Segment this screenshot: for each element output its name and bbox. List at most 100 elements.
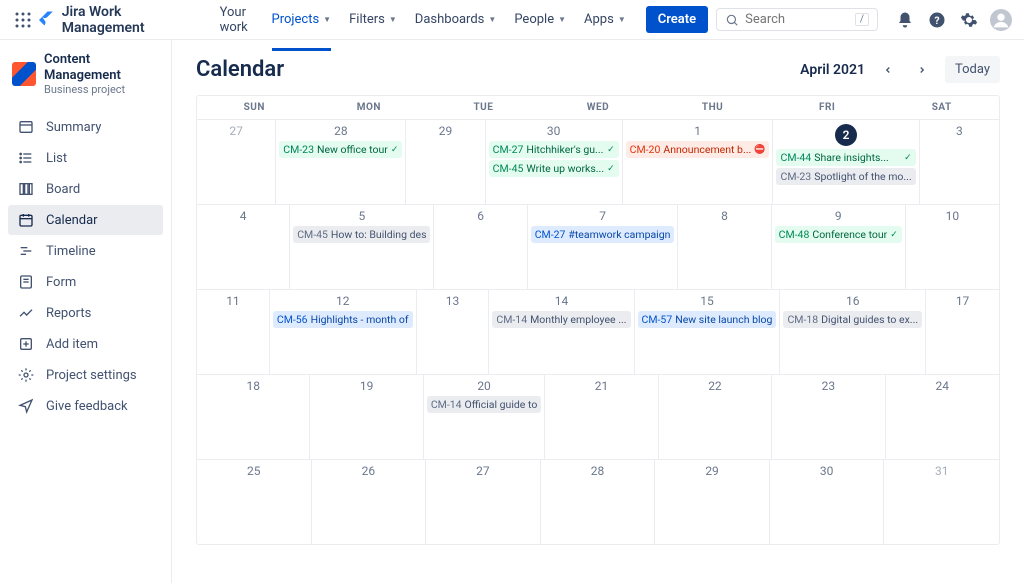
sidebar-item-list[interactable]: List [8, 143, 163, 173]
sidebar-item-label: Form [46, 275, 76, 290]
calendar-event[interactable]: CM-27#teamwork campaign [531, 226, 675, 243]
calendar-day-cell[interactable]: 13 [417, 290, 490, 374]
calendar-day-cell[interactable]: 19 [310, 375, 423, 459]
calendar-day-cell[interactable]: 11 [197, 290, 270, 374]
calendar-day-cell[interactable]: 28CM-23New office tour✓ [276, 120, 406, 204]
calendar-day-cell[interactable]: 9CM-48Conference tour✓ [772, 205, 906, 289]
help-icon[interactable]: ? [926, 9, 948, 31]
calendar-day-cell[interactable]: 31 [884, 460, 999, 544]
event-title: Write up works... [526, 162, 604, 175]
calendar-event[interactable]: CM-45Write up works...✓ [489, 160, 619, 177]
calendar-day-cell[interactable]: 4 [197, 205, 290, 289]
project-header[interactable]: Content Management Business project [8, 52, 163, 96]
nav-your-work[interactable]: Your work [212, 0, 262, 41]
calendar-day-cell[interactable]: 2CM-44Share insights...✓CM-23Spotlight o… [773, 120, 919, 204]
sidebar-item-label: Give feedback [46, 399, 128, 414]
search-input[interactable] [745, 12, 849, 27]
calendar-day-cell[interactable]: 27 [426, 460, 541, 544]
calendar-event[interactable]: CM-56Highlights - month of [273, 311, 413, 328]
calendar-event[interactable]: CM-27Hitchhiker's gu...✓ [489, 141, 619, 158]
chevron-down-icon: ▼ [618, 15, 626, 24]
calendar-day-cell[interactable]: 8 [678, 205, 771, 289]
day-number: 29 [658, 464, 766, 478]
calendar-day-cell[interactable]: 14CM-14Monthly employee ... [489, 290, 634, 374]
calendar-day-cell[interactable]: 23 [772, 375, 885, 459]
calendar-day-cell[interactable]: 10 [906, 205, 999, 289]
form-icon [18, 274, 34, 290]
sidebar: Content Management Business project Summ… [0, 40, 172, 583]
sidebar-item-project-settings[interactable]: Project settings [8, 360, 163, 390]
notifications-icon[interactable] [894, 9, 916, 31]
calendar-day-cell[interactable]: 5 CM-45How to: Building des [290, 205, 434, 289]
calendar-day-cell[interactable]: 29 [406, 120, 485, 204]
day-number: 1 [626, 124, 770, 138]
calendar-day-cell[interactable]: 27 [197, 120, 276, 204]
calendar-event[interactable]: CM-44Share insights...✓ [776, 149, 915, 166]
sidebar-item-label: Add item [46, 337, 98, 352]
calendar-controls: April 2021 Today [800, 56, 1000, 83]
calendar-day-cell[interactable]: 16CM-18Digital guides to ex... [780, 290, 926, 374]
sidebar-item-calendar[interactable]: Calendar [8, 205, 163, 235]
event-key: CM-14 [431, 398, 462, 411]
calendar-event[interactable]: CM-14Official guide to [427, 396, 541, 413]
nav-filters[interactable]: Filters▼ [341, 0, 405, 41]
day-number: 28 [544, 464, 652, 478]
search-box[interactable]: / [716, 8, 878, 31]
calendar-event[interactable]: CM-20Announcement b...⛔ [626, 141, 770, 158]
event-title: Spotlight of the mo... [814, 170, 912, 183]
calendar-event[interactable]: CM-45How to: Building des [293, 226, 430, 243]
nav-dashboards[interactable]: Dashboards▼ [407, 0, 505, 41]
calendar-day-cell[interactable]: 20CM-14Official guide to [424, 375, 545, 459]
calendar-day-cell[interactable]: 21 [545, 375, 658, 459]
calendar-event[interactable]: CM-18Digital guides to ex... [783, 311, 922, 328]
calendar-day-cell[interactable]: 24 [886, 375, 999, 459]
day-number: 5 [293, 209, 430, 223]
sidebar-item-add-item[interactable]: Add item [8, 329, 163, 359]
calendar-day-cell[interactable]: 22 [659, 375, 772, 459]
nav-projects[interactable]: Projects▼ [264, 0, 340, 41]
nav-apps[interactable]: Apps▼ [576, 0, 634, 41]
calendar-day-cell[interactable]: 7CM-27#teamwork campaign [528, 205, 679, 289]
sidebar-item-board[interactable]: Board [8, 174, 163, 204]
day-header: WED [541, 96, 656, 119]
event-key: CM-20 [630, 143, 661, 156]
sidebar-item-reports[interactable]: Reports [8, 298, 163, 328]
calendar-week-row: 2728CM-23New office tour✓29 30CM-27Hitchh… [197, 119, 999, 204]
calendar-day-cell[interactable]: 26 [312, 460, 427, 544]
page-title: Calendar [196, 57, 284, 82]
day-number: 29 [409, 124, 481, 138]
today-button[interactable]: Today [945, 56, 1000, 83]
calendar-day-cell[interactable]: 30 [770, 460, 885, 544]
calendar-day-cell[interactable]: 29 [655, 460, 770, 544]
calendar-day-cell[interactable]: 28 [541, 460, 656, 544]
calendar-event[interactable]: CM-14Monthly employee ... [492, 311, 630, 328]
calendar-day-cell[interactable]: 6 [434, 205, 527, 289]
sidebar-item-summary[interactable]: Summary [8, 112, 163, 142]
sidebar-item-give-feedback[interactable]: Give feedback [8, 391, 163, 421]
month-label: April 2021 [800, 62, 865, 78]
calendar-day-cell[interactable]: 12CM-56Highlights - month of [270, 290, 417, 374]
settings-icon[interactable] [958, 9, 980, 31]
calendar-day-cell[interactable]: 1 CM-20Announcement b...⛔ [623, 120, 774, 204]
calendar-day-cell[interactable]: 25 [197, 460, 312, 544]
create-button[interactable]: Create [646, 6, 708, 33]
product-logo[interactable]: Jira Work Management [39, 4, 200, 36]
next-month-button[interactable] [911, 56, 933, 83]
calendar-event[interactable]: CM-48Conference tour✓ [775, 226, 902, 243]
calendar-event[interactable]: CM-57New site launch blog [638, 311, 777, 328]
calendar-day-cell[interactable]: 17 [926, 290, 999, 374]
calendar-day-cell[interactable]: 30CM-27Hitchhiker's gu...✓CM-45Write up … [486, 120, 623, 204]
profile-icon[interactable] [990, 9, 1012, 31]
feedback-icon [18, 398, 34, 414]
nav-people[interactable]: People▼ [506, 0, 574, 41]
calendar-day-cell[interactable]: 3 [920, 120, 999, 204]
sidebar-item-timeline[interactable]: Timeline [8, 236, 163, 266]
sidebar-item-label: Summary [46, 120, 101, 135]
calendar-day-cell[interactable]: 18 [197, 375, 310, 459]
app-switcher-icon[interactable] [12, 8, 35, 32]
calendar-event[interactable]: CM-23Spotlight of the mo... [776, 168, 915, 185]
sidebar-item-form[interactable]: Form [8, 267, 163, 297]
calendar-day-cell[interactable]: 15CM-57New site launch blog [635, 290, 781, 374]
calendar-event[interactable]: CM-23New office tour✓ [279, 141, 402, 158]
prev-month-button[interactable] [877, 56, 899, 83]
